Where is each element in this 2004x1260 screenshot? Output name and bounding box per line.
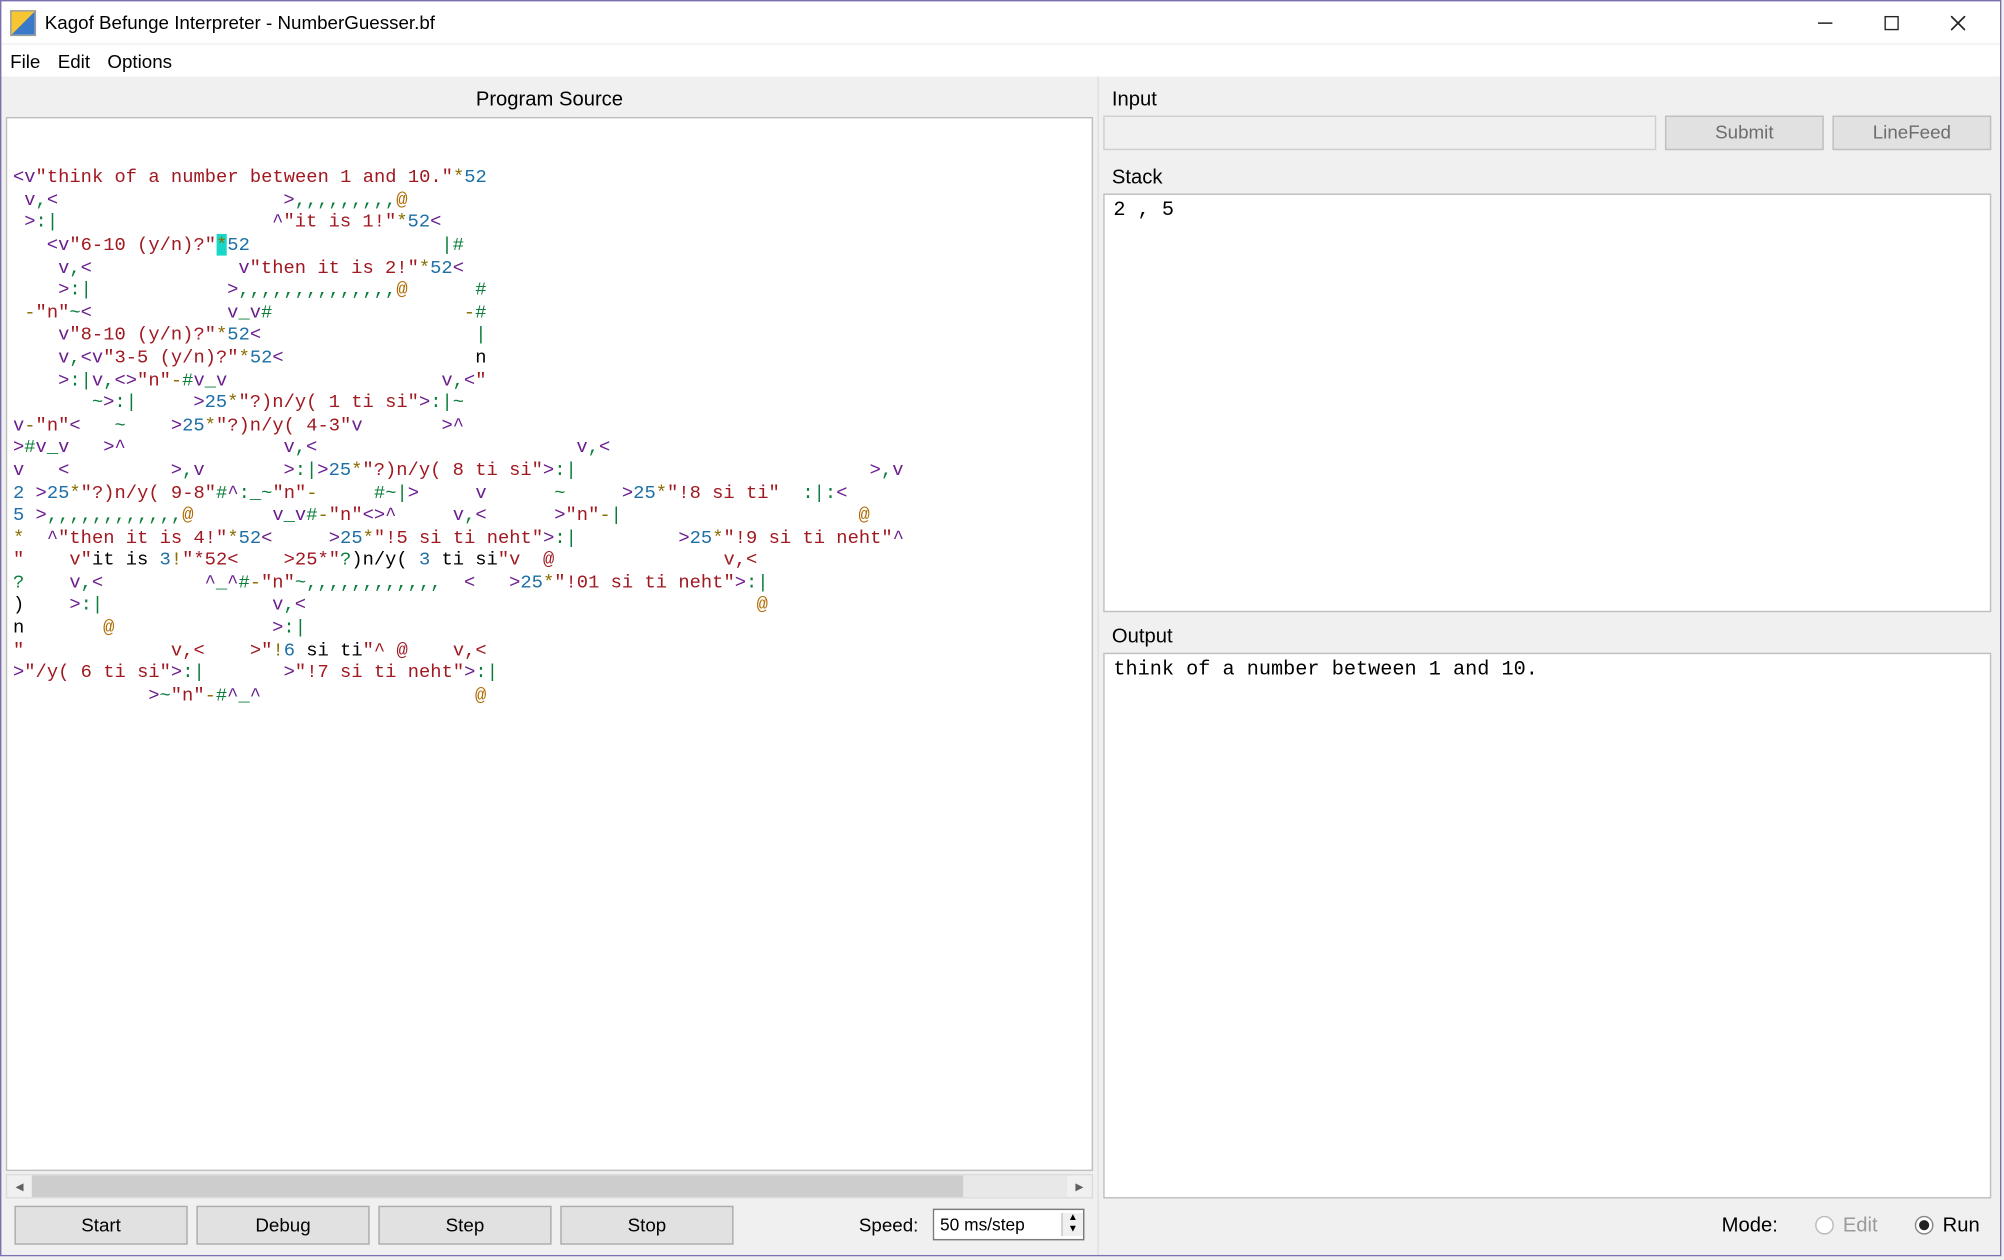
mode-bar: Mode: Edit Run [1103, 1199, 1991, 1251]
menu-edit[interactable]: Edit [58, 50, 90, 72]
stop-button[interactable]: Stop [560, 1205, 733, 1244]
source-code: <v"think of a number between 1 and 10."*… [13, 166, 1086, 706]
mode-label: Mode: [1722, 1213, 1778, 1236]
right-pane: Input Submit LineFeed Stack 2 , 5 Output… [1099, 77, 2000, 1255]
maximize-button[interactable] [1858, 2, 1924, 42]
left-pane: Program Source <v"think of a number betw… [1, 77, 1098, 1255]
app-icon [10, 9, 36, 35]
scroll-track[interactable] [32, 1175, 1067, 1197]
input-field[interactable] [1103, 116, 1656, 151]
input-row: Submit LineFeed [1103, 116, 1991, 151]
submit-button[interactable]: Submit [1665, 116, 1824, 151]
minimize-button[interactable] [1792, 2, 1858, 42]
window-title: Kagof Befunge Interpreter - NumberGuesse… [45, 12, 1792, 34]
control-bar: Start Debug Step Stop Speed: ▲ ▼ [6, 1199, 1093, 1251]
minimize-icon [1818, 15, 1832, 29]
scroll-thumb[interactable] [32, 1175, 964, 1197]
spin-up[interactable]: ▲ [1063, 1213, 1083, 1225]
program-source-title: Program Source [6, 81, 1093, 117]
radio-icon [1815, 1215, 1834, 1234]
mode-edit-radio[interactable]: Edit [1815, 1213, 1877, 1236]
output-view[interactable]: think of a number between 1 and 10. [1103, 653, 1991, 1199]
mode-run-radio[interactable]: Run [1915, 1213, 1980, 1236]
speed-label: Speed: [859, 1214, 918, 1236]
spin-down[interactable]: ▼ [1063, 1225, 1083, 1237]
stack-title: Stack [1103, 159, 1991, 194]
start-button[interactable]: Start [14, 1205, 187, 1244]
scroll-right-arrow[interactable]: ▸ [1067, 1177, 1092, 1196]
close-icon [1951, 15, 1965, 29]
close-button[interactable] [1925, 2, 1991, 42]
input-title: Input [1103, 81, 1991, 116]
stack-view[interactable]: 2 , 5 [1103, 193, 1991, 612]
speed-spinner[interactable]: ▲ ▼ [933, 1209, 1085, 1241]
output-title: Output [1103, 618, 1991, 653]
horizontal-scrollbar[interactable]: ◂ ▸ [6, 1174, 1093, 1199]
linefeed-button[interactable]: LineFeed [1832, 116, 1991, 151]
titlebar: Kagof Befunge Interpreter - NumberGuesse… [1, 1, 1999, 44]
radio-icon [1915, 1215, 1934, 1234]
maximize-icon [1884, 15, 1898, 29]
mode-edit-label: Edit [1843, 1213, 1878, 1236]
app-window: Kagof Befunge Interpreter - NumberGuesse… [0, 0, 2001, 1256]
debug-button[interactable]: Debug [196, 1205, 369, 1244]
client-area: Program Source <v"think of a number betw… [1, 77, 1999, 1255]
menu-file[interactable]: File [10, 50, 40, 72]
radio-dot-icon [1920, 1219, 1930, 1229]
menubar: File Edit Options [1, 45, 1999, 77]
step-button[interactable]: Step [378, 1205, 551, 1244]
program-source-view[interactable]: <v"think of a number between 1 and 10."*… [6, 117, 1093, 1171]
speed-input[interactable] [934, 1212, 1061, 1238]
scroll-left-arrow[interactable]: ◂ [7, 1177, 32, 1196]
menu-options[interactable]: Options [107, 50, 172, 72]
mode-run-label: Run [1943, 1213, 1980, 1236]
window-controls [1792, 2, 1991, 42]
speed-spin-buttons: ▲ ▼ [1061, 1213, 1083, 1236]
